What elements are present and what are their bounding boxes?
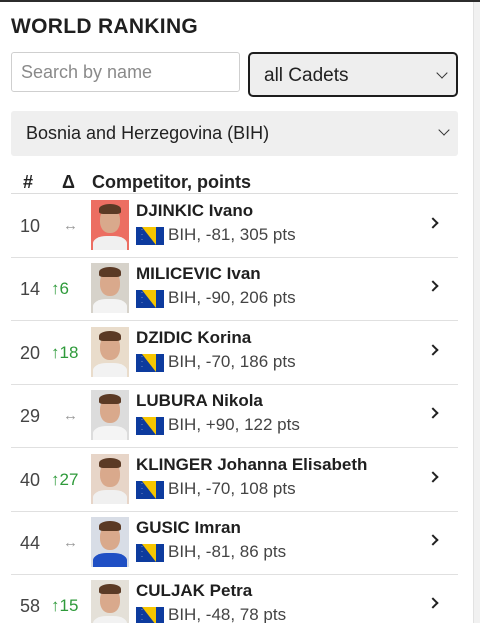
ranking-row[interactable]: 10 ↔ DJINKIC Ivano ···· BIH, -81, 305 pt… xyxy=(11,195,458,258)
bih-flag-icon: ···· xyxy=(136,417,164,436)
competitor-name: DJINKIC Ivano xyxy=(136,201,254,220)
rank-change: ↑15 xyxy=(51,596,79,616)
competitor-country-weight-points: BIH, -70, 186 pts xyxy=(168,351,296,371)
rank-change: ↑27 xyxy=(51,469,79,489)
ranking-row[interactable]: 14 ↑6 MILICEVIC Ivan ···· BIH, -90, 206 … xyxy=(11,258,458,322)
chevron-right-icon[interactable] xyxy=(427,470,439,483)
search-input[interactable] xyxy=(11,52,240,92)
chevron-right-icon[interactable] xyxy=(427,534,439,546)
competitor-photo xyxy=(91,390,129,441)
ranking-row[interactable]: 20 ↑18 DZIDIC Korina ···· BIH, -70, 186 … xyxy=(11,322,458,385)
competitor-name: KLINGER Johanna Elisabeth xyxy=(136,454,368,474)
competitor-name: LUBURA Nikola xyxy=(136,391,263,411)
world-ranking-panel: WORLD RANKING all Cadets Bosnia and Herz… xyxy=(0,0,473,623)
rank-change: ↑6 xyxy=(51,279,69,299)
chevron-down-icon xyxy=(436,67,448,79)
bih-flag-icon: ···· xyxy=(136,544,164,562)
ranking-row[interactable]: 29 ↔ LUBURA Nikola ···· BIH, +90, 122 pt… xyxy=(11,385,458,449)
chevron-right-icon[interactable] xyxy=(427,217,439,229)
rank-number: 10 xyxy=(20,216,41,236)
competitor-country-weight-points: BIH, -90, 206 pts xyxy=(168,288,296,308)
column-header-change: Δ xyxy=(62,172,75,192)
competitor-photo xyxy=(91,517,129,567)
competitor-country-weight-points: BIH, -48, 78 pts xyxy=(168,605,287,623)
no-change-icon: ↔ xyxy=(63,407,78,425)
rank-number: 14 xyxy=(20,279,41,300)
competitor-country-weight-points: BIH, -81, 305 pts xyxy=(168,225,296,244)
ranking-row[interactable]: 58 ↑15 CULJAK Petra ···· BIH, -48, 78 pt… xyxy=(11,575,458,623)
rank-number: 44 xyxy=(20,533,41,553)
rank-number: 40 xyxy=(20,469,41,490)
competitor-photo xyxy=(91,326,129,377)
scrollbar[interactable] xyxy=(473,2,480,623)
column-header-competitor: Competitor, points xyxy=(92,172,251,192)
competitor-name: MILICEVIC Ivan xyxy=(136,264,261,284)
category-select[interactable]: all Cadets xyxy=(248,52,458,97)
no-change-icon: ↔ xyxy=(63,217,78,234)
ranking-row[interactable]: 44 ↔ GUSIC Imran ···· BIH, -81, 86 pts xyxy=(11,512,458,575)
bih-flag-icon: ···· xyxy=(136,290,164,309)
rank-number: 58 xyxy=(20,596,41,617)
no-change-icon: ↔ xyxy=(63,534,78,551)
rank-change: ↑18 xyxy=(51,342,79,362)
bih-flag-icon: ···· xyxy=(136,353,164,372)
chevron-right-icon[interactable] xyxy=(427,280,439,293)
rank-number: 29 xyxy=(20,406,41,427)
competitor-name: GUSIC Imran xyxy=(136,518,241,537)
table-header: # Δ Competitor, points xyxy=(11,170,458,194)
bih-flag-icon: ···· xyxy=(136,607,164,623)
competitor-country-weight-points: BIH, -81, 86 pts xyxy=(168,542,287,561)
category-select-value: all Cadets xyxy=(264,65,349,86)
chevron-right-icon[interactable] xyxy=(427,407,439,419)
competitor-photo xyxy=(91,263,129,314)
competitor-country-weight-points: BIH, -70, 108 pts xyxy=(168,478,296,498)
competitor-photo xyxy=(91,453,129,504)
chevron-right-icon[interactable] xyxy=(427,344,439,356)
chevron-right-icon[interactable] xyxy=(427,597,439,610)
ranking-row[interactable]: 40 ↑27 KLINGER Johanna Elisabeth ···· BI… xyxy=(11,449,458,512)
bih-flag-icon: ···· xyxy=(136,227,164,245)
competitor-country-weight-points: BIH, +90, 122 pts xyxy=(168,415,300,435)
rank-number: 20 xyxy=(20,342,41,363)
top-border xyxy=(0,0,480,2)
column-header-rank: # xyxy=(23,172,34,192)
page-title: WORLD RANKING xyxy=(11,15,199,38)
bih-flag-icon: ···· xyxy=(136,480,164,499)
country-select[interactable]: Bosnia and Herzegovina (BIH) xyxy=(11,111,458,156)
competitor-photo xyxy=(91,200,129,250)
chevron-down-icon xyxy=(438,124,450,136)
competitor-name: CULJAK Petra xyxy=(136,581,253,601)
country-select-value: Bosnia and Herzegovina (BIH) xyxy=(26,123,270,143)
competitor-photo xyxy=(91,580,129,623)
competitor-name: DZIDIC Korina xyxy=(136,327,252,347)
